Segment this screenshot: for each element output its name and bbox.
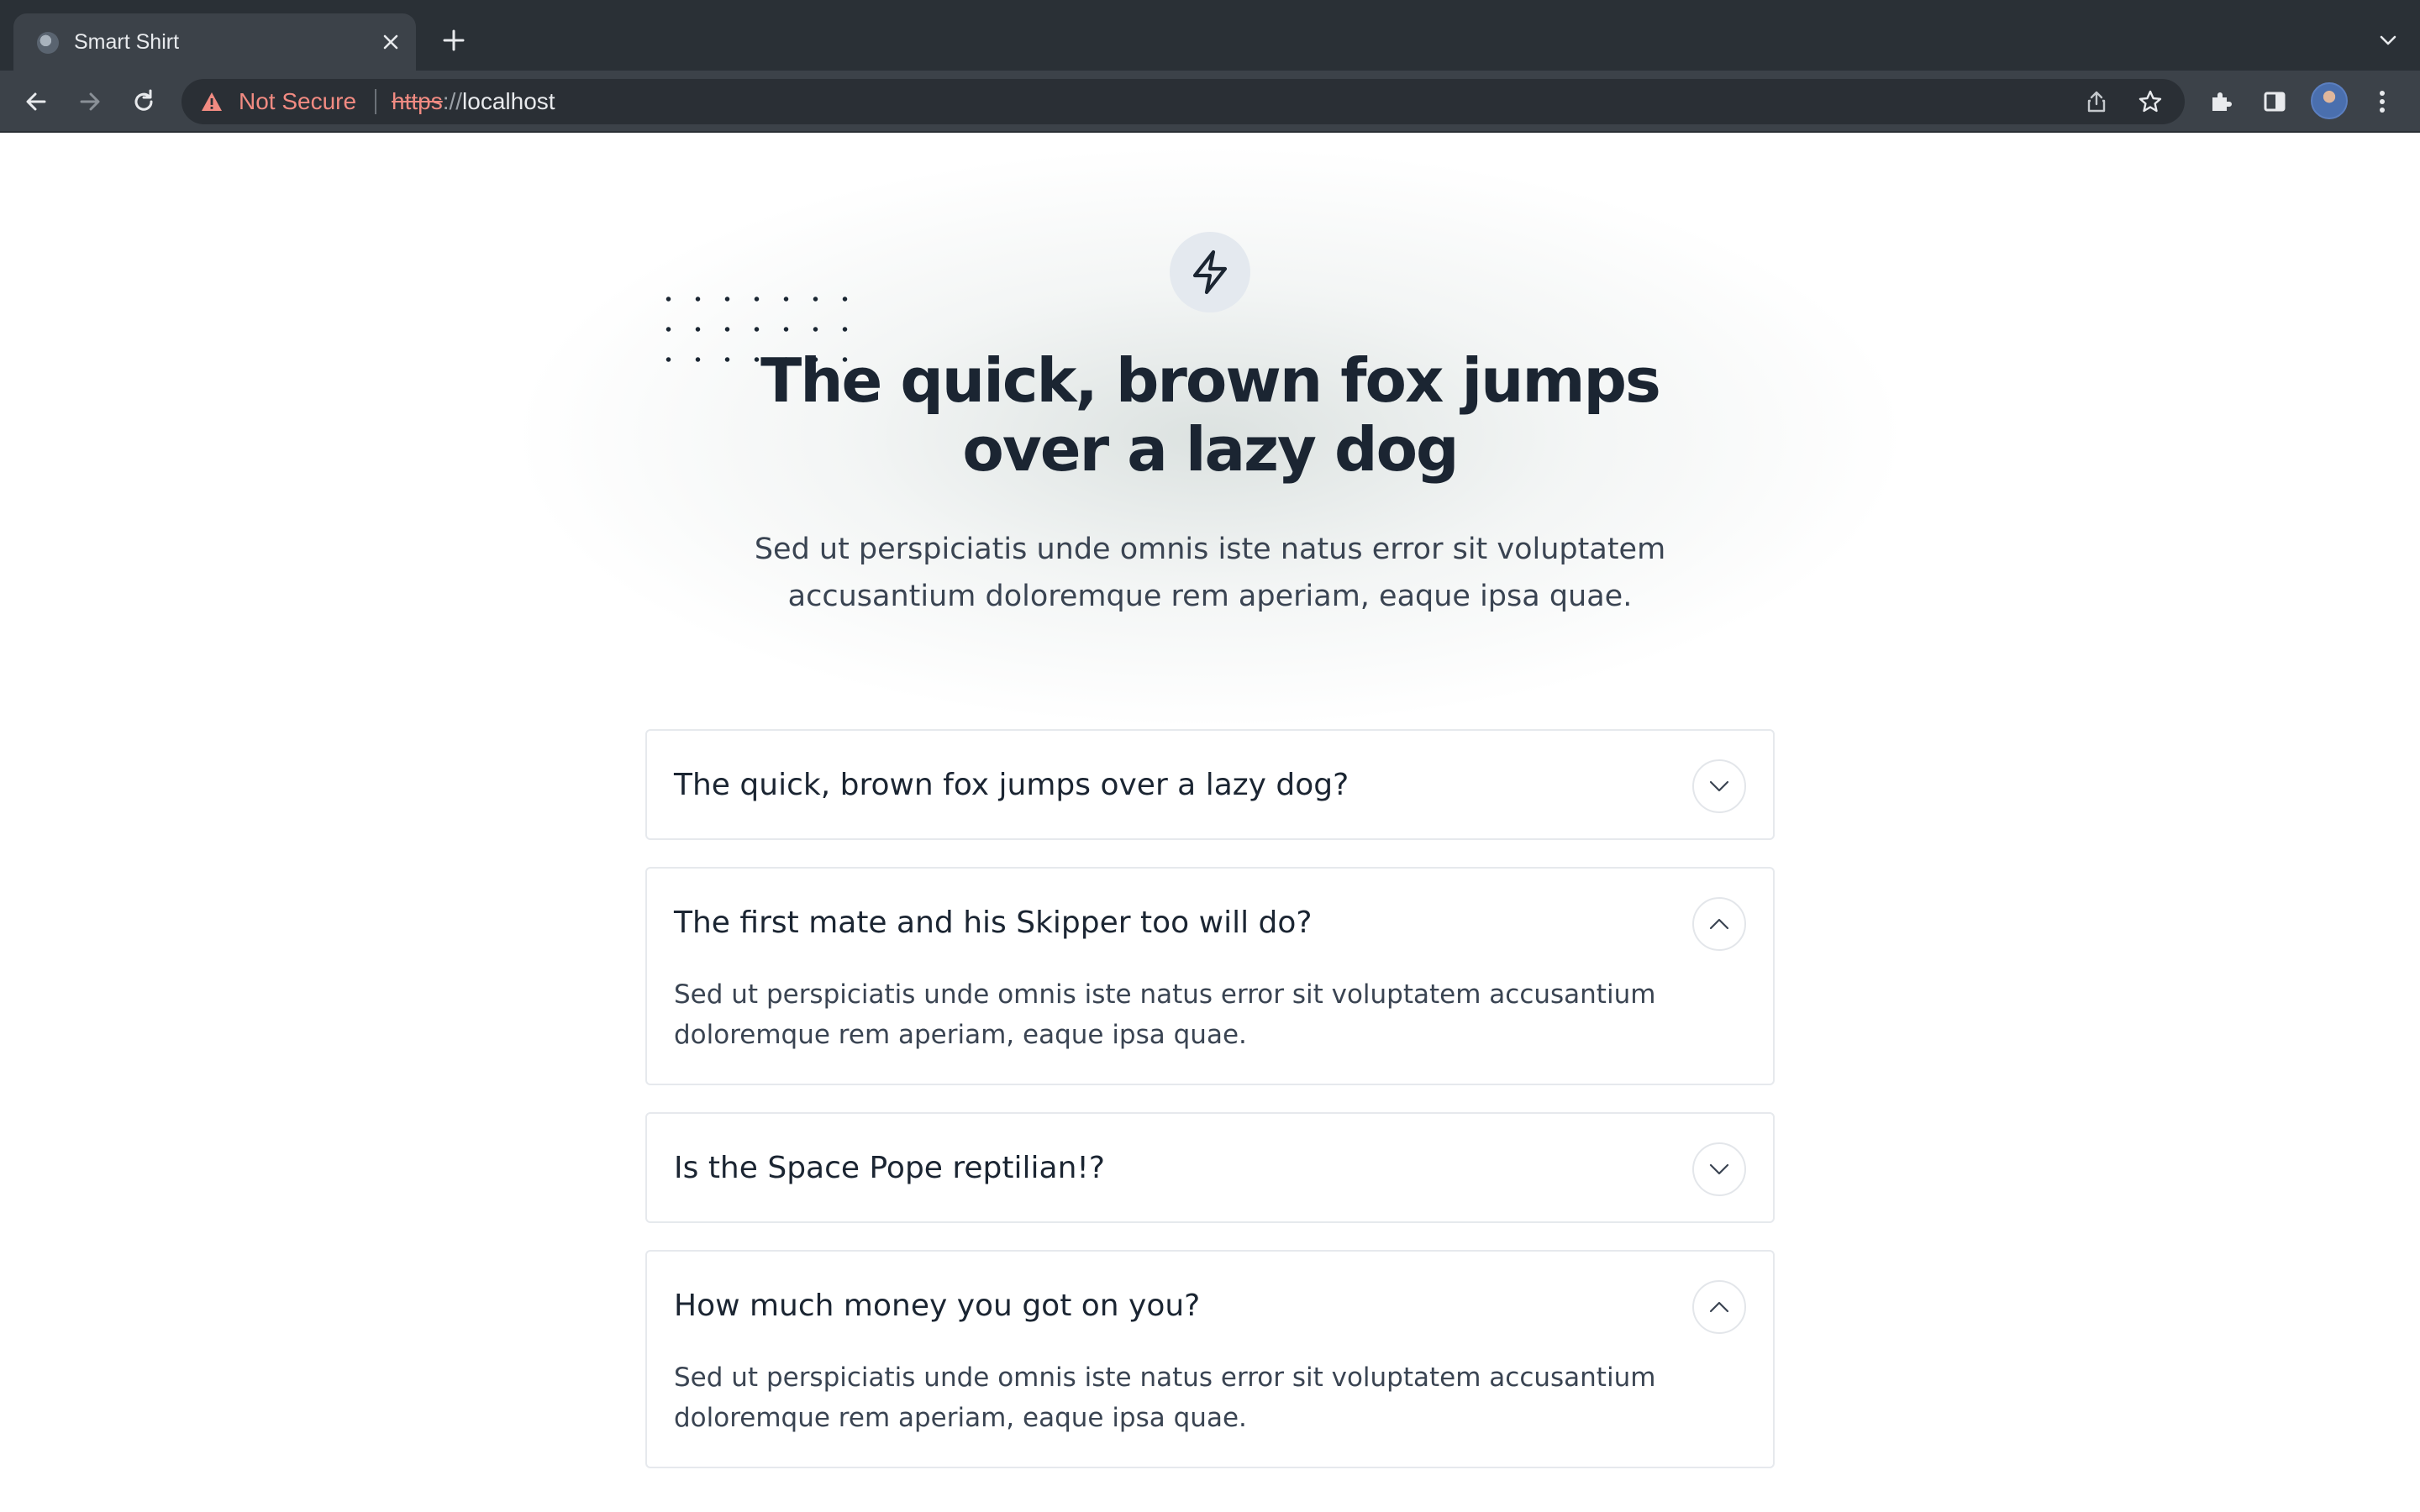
chevron-down-icon[interactable] (1692, 1142, 1746, 1196)
url-host: localhost (462, 88, 555, 114)
browser-tab[interactable]: Smart Shirt (13, 13, 416, 71)
faq-item[interactable]: How much money you got on you? Sed ut pe… (645, 1250, 1775, 1468)
url-separator: :// (442, 88, 463, 114)
faq-item[interactable]: The first mate and his Skipper too will … (645, 867, 1775, 1085)
faq-question[interactable]: How much money you got on you? (674, 1285, 1672, 1327)
faq-question[interactable]: The quick, brown fox jumps over a lazy d… (674, 764, 1672, 806)
profile-avatar[interactable] (2311, 82, 2348, 119)
faq-question[interactable]: The first mate and his Skipper too will … (674, 902, 1672, 944)
chevron-down-icon[interactable] (2373, 25, 2403, 55)
page-subtitle: Sed ut perspiciatis unde omnis iste natu… (754, 533, 1666, 613)
address-bar[interactable]: Not Secure https://localhost (182, 79, 2185, 124)
bookmark-star-icon[interactable] (2136, 87, 2165, 116)
back-icon[interactable] (18, 84, 54, 119)
faq-answer: Sed ut perspiciatis unde omnis iste natu… (674, 979, 1656, 1050)
extensions-icon[interactable] (2203, 84, 2238, 119)
new-tab-icon[interactable] (437, 24, 471, 57)
close-tab-icon[interactable] (376, 27, 406, 57)
faq-item[interactable]: The quick, brown fox jumps over a lazy d… (645, 729, 1775, 840)
faq-question[interactable]: Is the Space Pope reptilian!? (674, 1147, 1672, 1189)
warning-icon (200, 91, 224, 113)
divider (375, 89, 376, 114)
browser-tab-strip: Smart Shirt (0, 0, 2420, 71)
side-panel-icon[interactable] (2257, 84, 2292, 119)
chevron-up-icon[interactable] (1692, 1280, 1746, 1334)
favicon-icon (37, 32, 59, 54)
share-icon[interactable] (2082, 87, 2111, 116)
menu-kebab-icon[interactable] (2365, 84, 2400, 119)
url-text[interactable]: https://localhost (392, 87, 555, 116)
forward-icon[interactable] (72, 84, 108, 119)
faq-answer: Sed ut perspiciatis unde omnis iste natu… (674, 1362, 1656, 1433)
security-status[interactable]: Not Secure (239, 87, 356, 116)
chevron-down-icon[interactable] (1692, 759, 1746, 813)
faq-item[interactable]: Is the Space Pope reptilian!? (645, 1112, 1775, 1223)
browser-toolbar: Not Secure https://localhost (0, 71, 2420, 133)
chevron-up-icon[interactable] (1692, 897, 1746, 951)
tab-title: Smart Shirt (74, 30, 180, 54)
url-scheme: https (392, 88, 443, 114)
page-title: The quick, brown fox jumps over a lazy d… (760, 345, 1661, 485)
lightning-icon (1170, 232, 1250, 312)
reload-icon[interactable] (126, 84, 161, 119)
